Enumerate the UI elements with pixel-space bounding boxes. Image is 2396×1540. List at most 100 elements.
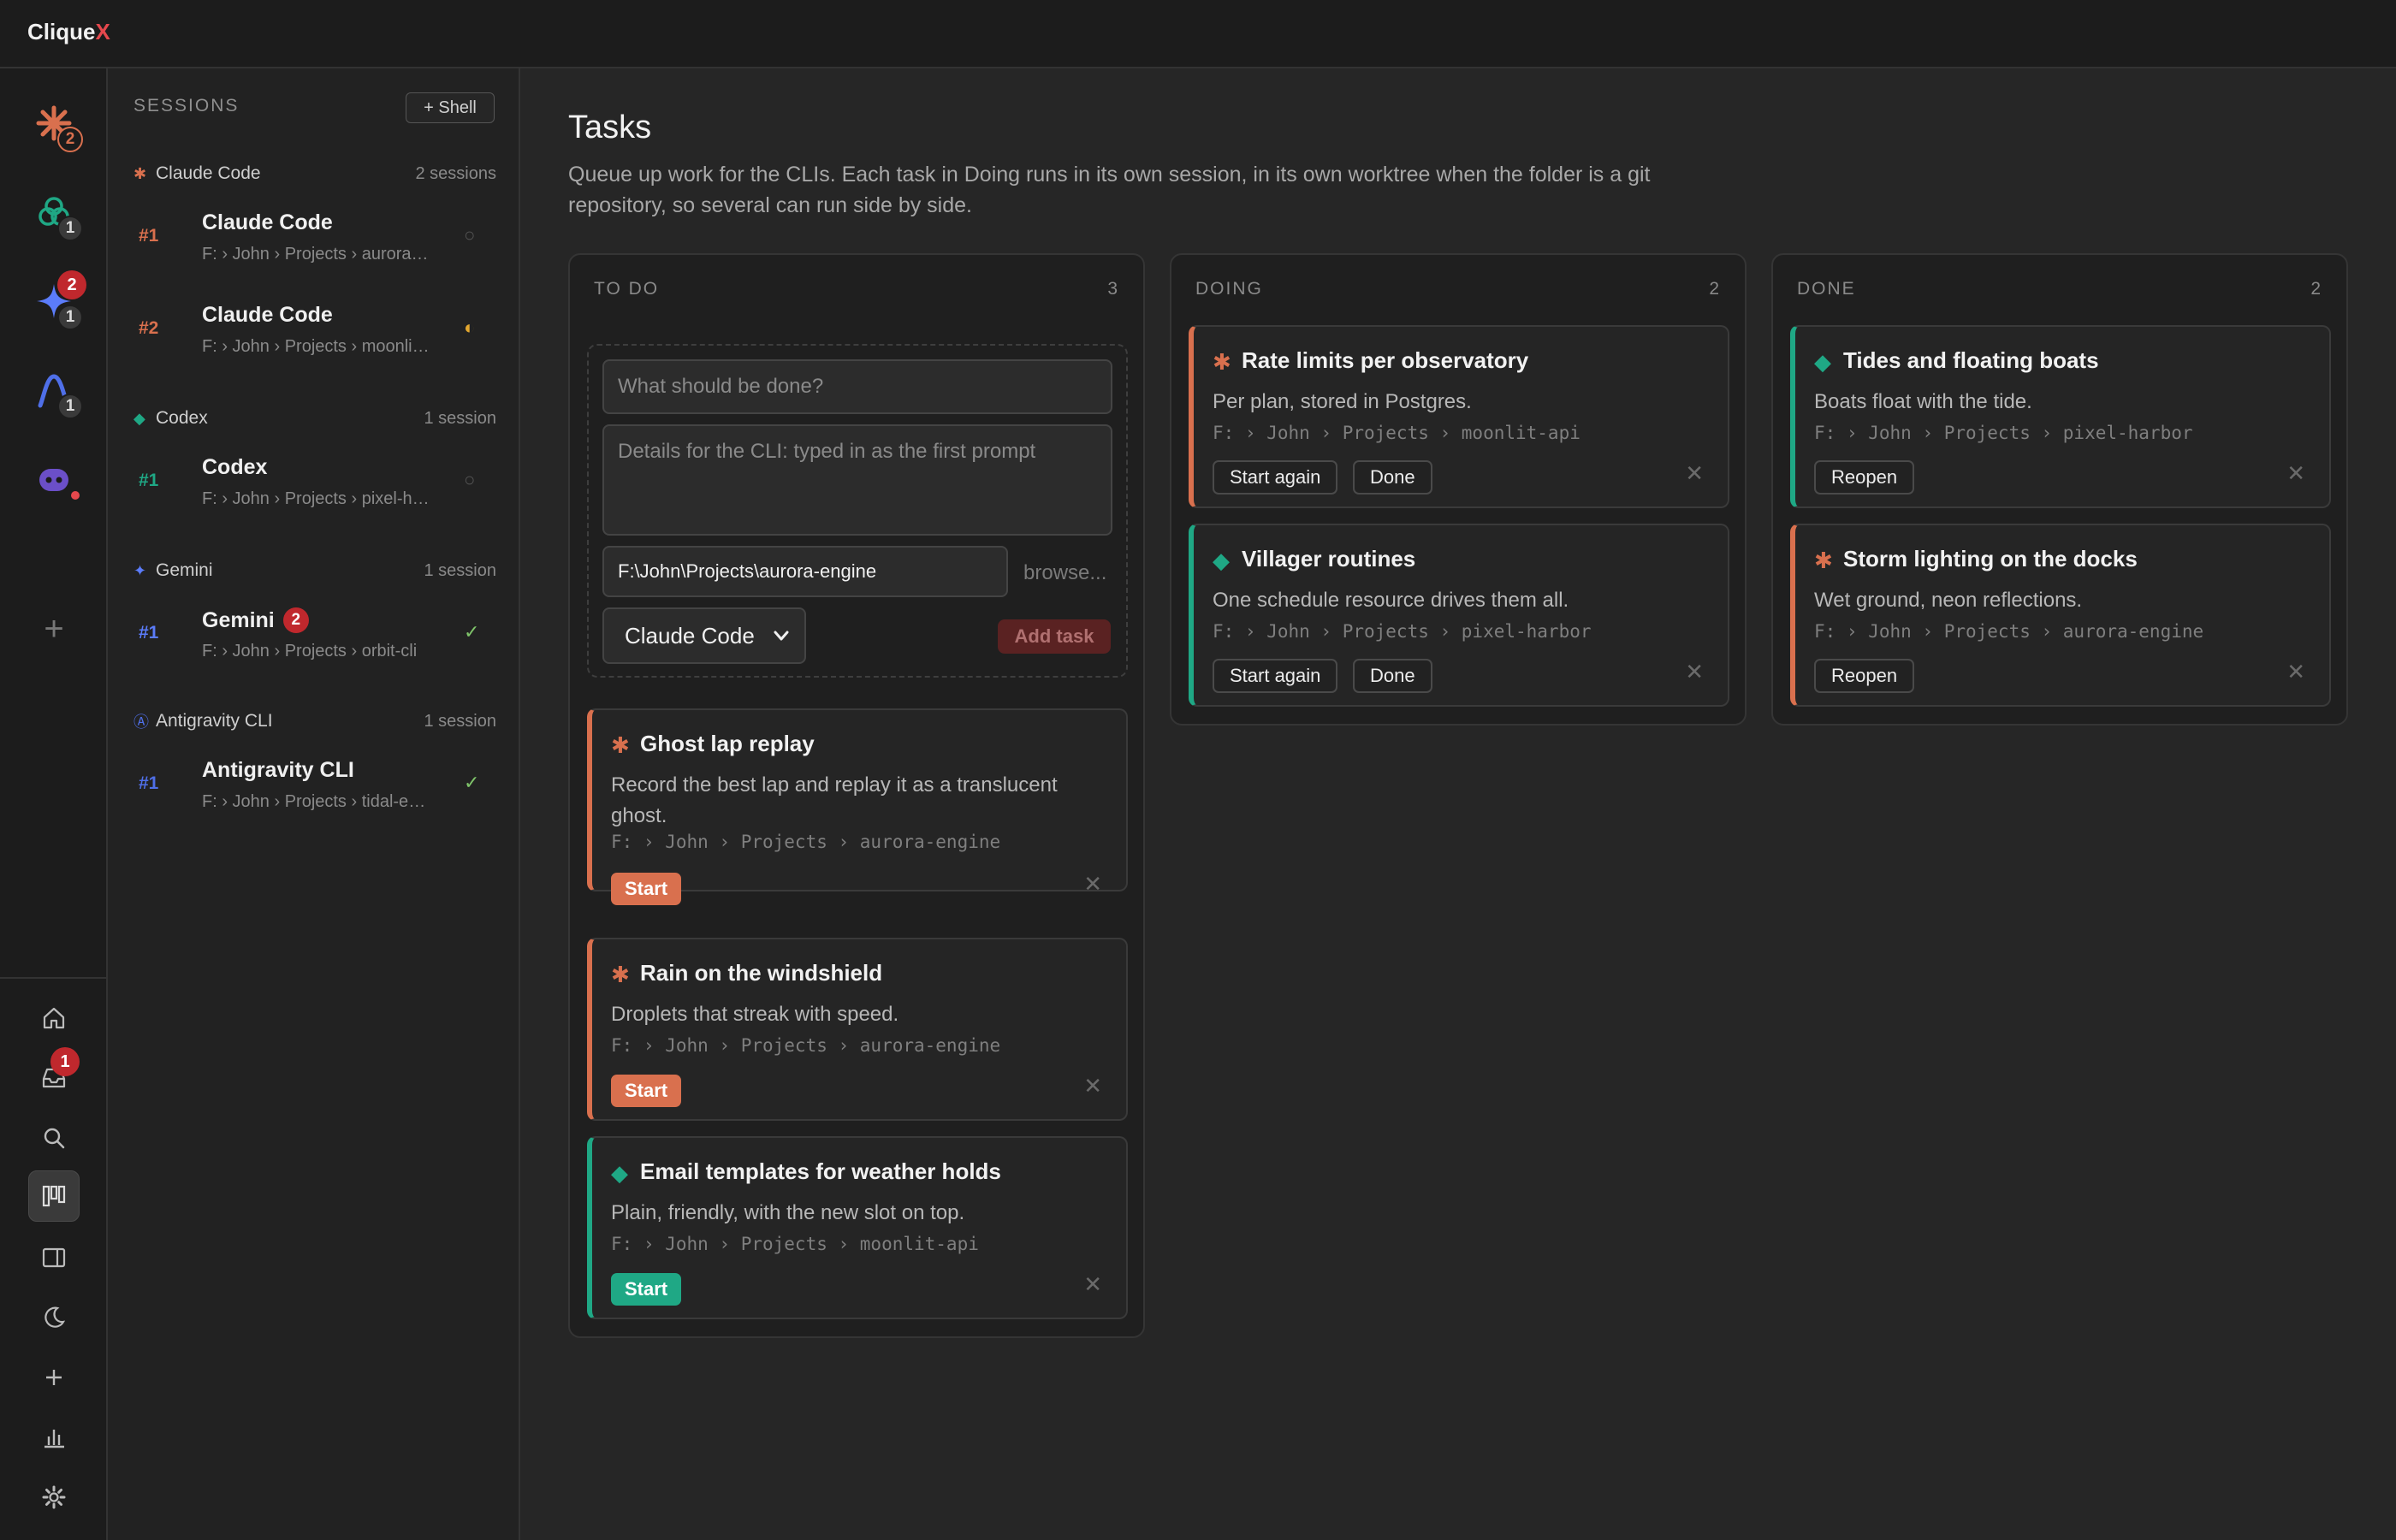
column-label: DOING: [1195, 279, 1263, 299]
column-todo: TO DO 3 browse... Claude Code Add task ✱…: [568, 253, 1145, 1338]
task-card[interactable]: ✱ Rate limits per observatory Per plan, …: [1189, 325, 1729, 508]
session-item[interactable]: #1 Claude Code F: › John › Projects › au…: [133, 202, 496, 274]
add-agent-button[interactable]: +: [33, 607, 75, 650]
browse-link[interactable]: browse...: [1023, 561, 1106, 585]
rail-agent-codex[interactable]: 1: [30, 188, 83, 241]
task-path: F: › John › Projects › moonlit-api: [1213, 423, 1581, 443]
session-title: Claude Code: [202, 210, 333, 234]
codex-icon: ◆: [1814, 349, 1831, 375]
idle-status-icon: ○: [464, 224, 476, 246]
task-path: F: › John › Projects › moonlit-api: [611, 1234, 979, 1254]
cli-select-value: Claude Code: [625, 622, 755, 649]
panel-toggle-button[interactable]: [28, 1232, 80, 1283]
column-header: DONE 2: [1797, 279, 2322, 299]
session-number: #2: [139, 318, 159, 338]
reopen-button[interactable]: Reopen: [1814, 460, 1915, 495]
task-title-input[interactable]: [602, 359, 1112, 414]
done-button[interactable]: Done: [1353, 659, 1432, 693]
start-button[interactable]: Start: [611, 1075, 682, 1107]
session-group-claude[interactable]: ✱ Claude Code 2 sessions: [133, 161, 496, 187]
session-item[interactable]: #1 Codex F: › John › Projects › pixel-ha…: [133, 447, 496, 518]
claude-icon: ✱: [1814, 548, 1833, 573]
reopen-button[interactable]: Reopen: [1814, 659, 1915, 693]
task-card[interactable]: ◆ Villager routines One schedule resourc…: [1189, 524, 1729, 707]
home-button[interactable]: [28, 992, 80, 1044]
check-icon: ✓: [464, 621, 480, 643]
session-title: Gemini: [202, 607, 275, 632]
stats-button[interactable]: [28, 1412, 80, 1463]
rail-count: 1: [57, 394, 83, 419]
task-description: Droplets that streak with speed.: [611, 1003, 899, 1026]
task-title: Villager routines: [1242, 546, 1416, 572]
task-details-input[interactable]: [602, 424, 1112, 536]
add-button[interactable]: [28, 1352, 80, 1403]
session-path: F: › John › Projects › orbit-cli: [202, 642, 418, 660]
group-count: 2 sessions: [415, 163, 497, 183]
task-description: Plain, friendly, with the new slot on to…: [611, 1201, 965, 1224]
close-icon[interactable]: ✕: [1685, 659, 1704, 685]
task-title: Ghost lap replay: [640, 731, 815, 756]
session-item[interactable]: #1 Gemini 2 F: › John › Projects › orbit-…: [133, 599, 496, 671]
task-path: F: › John › Projects › aurora-engine: [1814, 621, 2204, 642]
close-icon[interactable]: ✕: [1083, 1271, 1102, 1298]
done-button[interactable]: Done: [1353, 460, 1432, 495]
start-button[interactable]: Start: [611, 1273, 682, 1306]
group-count: 1 session: [424, 560, 497, 580]
session-item[interactable]: #2 Claude Code F: › John › Projects › mo…: [133, 294, 496, 366]
session-group-antigravity[interactable]: Ⓐ Antigravity CLI 1 session: [133, 708, 496, 734]
inbox-button[interactable]: 1: [28, 1047, 80, 1104]
close-icon[interactable]: ✕: [1685, 460, 1704, 487]
close-icon[interactable]: ✕: [2286, 460, 2305, 487]
codex-icon: ◆: [611, 1160, 628, 1186]
group-name: Claude Code: [156, 163, 261, 183]
start-again-button[interactable]: Start again: [1213, 659, 1338, 693]
inbox-alert-badge: 1: [50, 1047, 80, 1076]
group-count: 1 session: [424, 408, 497, 428]
settings-button[interactable]: [28, 1472, 80, 1523]
session-title: Codex: [202, 455, 268, 479]
plus-icon: [46, 1370, 62, 1385]
task-card[interactable]: ◆ Tides and floating boats Boats float w…: [1790, 325, 2331, 508]
session-number: #1: [139, 471, 159, 490]
rail-agent-antigravity[interactable]: 1: [30, 366, 83, 419]
rail-agent-claude[interactable]: 2: [30, 99, 83, 152]
close-icon[interactable]: ✕: [1083, 1073, 1102, 1099]
close-icon[interactable]: ✕: [2286, 659, 2305, 685]
search-button[interactable]: [28, 1112, 80, 1164]
session-title-row: Gemini 2: [202, 607, 309, 633]
search-icon: [44, 1128, 65, 1149]
rail-agent-gemini[interactable]: 2 1: [30, 270, 86, 330]
start-again-button[interactable]: Start again: [1213, 460, 1338, 495]
task-card[interactable]: ◆ Email templates for weather holds Plai…: [587, 1136, 1128, 1319]
gemini-icon: ✦: [133, 561, 147, 579]
codex-icon: ◆: [1213, 548, 1230, 573]
start-button[interactable]: Start: [611, 873, 682, 905]
group-name: Gemini: [156, 560, 213, 580]
session-group-codex[interactable]: ◆ Codex 1 session: [133, 406, 496, 431]
new-shell-button[interactable]: + Shell: [406, 92, 495, 123]
sessions-panel: SESSIONS + Shell ✱ Claude Code 2 session…: [108, 68, 520, 1540]
rail-divider: [0, 977, 106, 979]
column-doing: DOING 2 ✱ Rate limits per observatory Pe…: [1170, 253, 1747, 726]
session-path: F: › John › Projects › aurora-engine: [202, 245, 433, 264]
task-card[interactable]: ✱ Ghost lap replay Record the best lap a…: [587, 708, 1128, 905]
session-title: Antigravity CLI: [202, 758, 354, 782]
cli-select[interactable]: Claude Code: [602, 607, 806, 664]
session-group-gemini[interactable]: ✦ Gemini 1 session: [133, 558, 496, 583]
rail-agent-copilot[interactable]: [30, 455, 80, 503]
unread-badge: 2: [282, 607, 309, 633]
theme-toggle-button[interactable]: [28, 1292, 80, 1343]
task-title: Storm lighting on the docks: [1843, 546, 2138, 572]
task-card[interactable]: ✱ Storm lighting on the docks Wet ground…: [1790, 524, 2331, 707]
task-card[interactable]: ✱ Rain on the windshield Droplets that s…: [587, 938, 1128, 1121]
session-path: F: › John › Projects › pixel-harbor: [202, 489, 433, 508]
column-count: 2: [2310, 279, 2322, 299]
claude-icon: ✱: [1213, 349, 1231, 375]
session-number: #1: [139, 623, 159, 643]
close-icon[interactable]: ✕: [1083, 871, 1102, 897]
tasks-board-button[interactable]: [28, 1170, 80, 1222]
page-description: Queue up work for the CLIs. Each task in…: [568, 163, 1651, 217]
session-item[interactable]: #1 Antigravity CLI F: › John › Projects …: [133, 749, 496, 821]
task-folder-input[interactable]: [602, 546, 1008, 597]
add-task-button[interactable]: Add task: [998, 619, 1111, 654]
